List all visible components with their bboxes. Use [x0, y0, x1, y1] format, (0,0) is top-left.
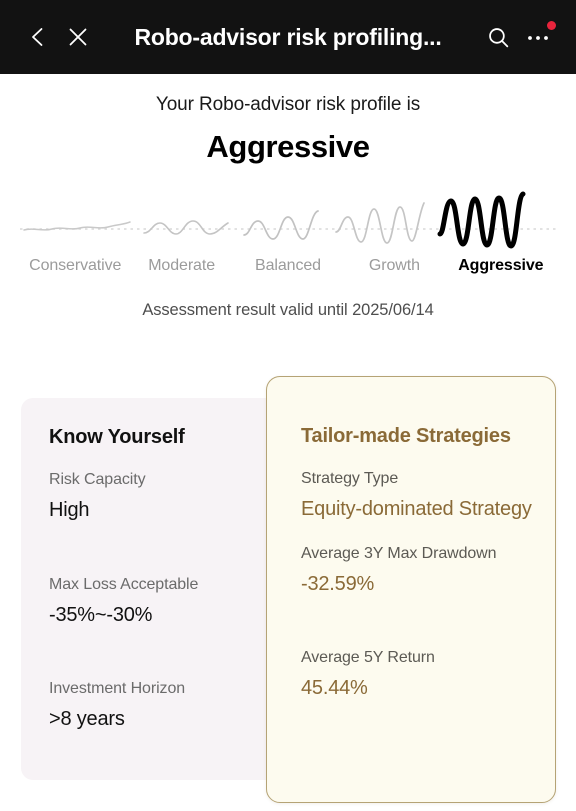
field-risk-capacity: Risk Capacity High — [49, 471, 301, 524]
tailor-made-title: Tailor-made Strategies — [301, 425, 511, 447]
field-max-loss-acceptable: Max Loss Acceptable -35%~-30% — [49, 576, 301, 629]
close-icon — [66, 25, 90, 49]
risk-wave-chart — [20, 191, 556, 249]
wave-growth — [335, 202, 425, 244]
wave-balanced — [243, 210, 319, 240]
field-label: Investment Horizon — [49, 680, 186, 698]
profile-name: Aggressive — [206, 129, 370, 164]
field-label: Average 5Y Return — [301, 649, 435, 667]
search-button[interactable] — [478, 17, 518, 57]
page-title: Robo-advisor risk profiling... — [134, 23, 442, 50]
wave-moderate — [143, 220, 229, 235]
profile-intro: Your Robo-advisor risk profile is Aggres… — [0, 74, 576, 165]
notification-badge-dot — [547, 21, 556, 30]
field-value: Equity-dominated Strategy — [301, 498, 532, 520]
field-value: 45.44% — [301, 677, 368, 700]
risk-scale-labels: Conservative Moderate Balanced Growth Ag… — [20, 257, 556, 275]
field-avg-5y-return: Average 5Y Return 45.44% — [301, 649, 555, 702]
profile-subtitle: Your Robo-advisor risk profile is — [155, 94, 421, 115]
risk-level-balanced[interactable]: Balanced — [235, 257, 341, 275]
field-label: Risk Capacity — [49, 471, 146, 488]
tailor-made-strategies-card: Tailor-made Strategies Strategy Type Equ… — [266, 376, 556, 803]
field-label: Average 3Y Max Drawdown — [301, 544, 497, 562]
field-label: Max Loss Acceptable — [49, 575, 199, 593]
close-button[interactable] — [58, 17, 98, 57]
field-value: -35%~-30% — [49, 603, 153, 626]
field-value: High — [49, 499, 90, 521]
risk-level-growth[interactable]: Growth — [341, 257, 447, 275]
know-yourself-card: Know Yourself Risk Capacity High Max Los… — [21, 398, 301, 780]
field-label: Strategy Type — [301, 470, 399, 487]
summary-cards: Know Yourself Risk Capacity High Max Los… — [0, 376, 576, 811]
field-avg-3y-max-drawdown: Average 3Y Max Drawdown -32.59% — [301, 545, 555, 598]
search-icon — [486, 25, 511, 50]
field-value: >8 years — [49, 708, 125, 731]
risk-level-aggressive[interactable]: Aggressive — [448, 257, 554, 275]
back-button[interactable] — [18, 17, 58, 57]
wave-aggressive-active — [437, 191, 526, 249]
risk-level-moderate[interactable]: Moderate — [128, 257, 234, 275]
app-header: Robo-advisor risk profiling... — [0, 0, 576, 74]
validity-text: Assessment result valid until 2025/06/14 — [142, 301, 434, 319]
risk-level-conservative[interactable]: Conservative — [22, 257, 128, 275]
field-strategy-type: Strategy Type Equity-dominated Strategy — [301, 470, 555, 523]
field-value: -32.59% — [301, 572, 375, 595]
field-investment-horizon: Investment Horizon >8 years — [49, 680, 301, 733]
risk-scale: Conservative Moderate Balanced Growth Ag… — [0, 189, 576, 275]
know-yourself-title: Know Yourself — [49, 426, 185, 448]
more-options-button[interactable] — [518, 17, 558, 57]
chevron-left-icon — [26, 25, 50, 49]
